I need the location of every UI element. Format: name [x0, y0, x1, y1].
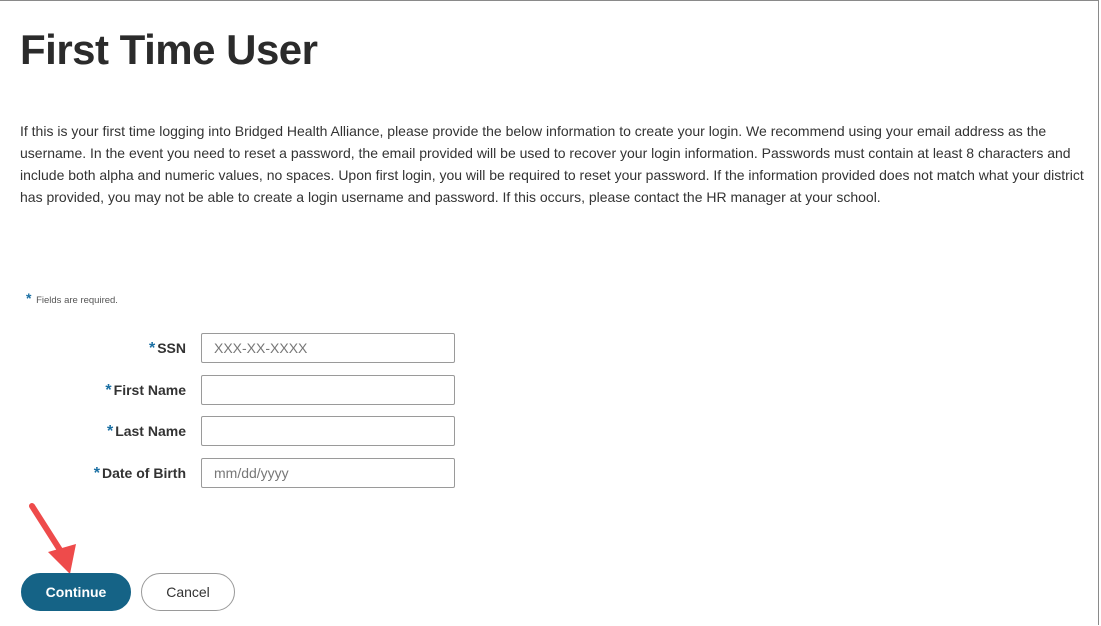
- cancel-button[interactable]: Cancel: [141, 573, 235, 611]
- ssn-row: * SSN: [0, 333, 201, 365]
- first-name-label-text: First Name: [113, 382, 186, 398]
- page-title: First Time User: [20, 26, 318, 73]
- required-fields-note: * Fields are required.: [26, 290, 118, 306]
- dob-row: * Date of Birth: [0, 458, 201, 490]
- intro-text: If this is your first time logging into …: [20, 123, 1084, 205]
- required-star: *: [105, 382, 112, 399]
- last-name-input[interactable]: [201, 416, 455, 446]
- page-frame: [0, 0, 1099, 625]
- annotation-arrow-icon: [29, 503, 76, 574]
- first-name-row: * First Name: [0, 375, 201, 407]
- last-name-row: * Last Name: [0, 416, 201, 448]
- last-name-label-text: Last Name: [115, 423, 186, 439]
- required-star: *: [106, 423, 114, 440]
- last-name-label: * Last Name: [0, 421, 186, 442]
- required-star: *: [93, 465, 100, 482]
- first-name-label: * First Name: [0, 380, 186, 401]
- required-star: *: [148, 340, 156, 357]
- first-name-input[interactable]: [201, 375, 455, 405]
- date-of-birth-input[interactable]: [201, 458, 455, 488]
- ssn-input[interactable]: [201, 333, 455, 363]
- required-note-text: Fields are required.: [36, 295, 118, 306]
- ssn-label: * SSN: [0, 338, 186, 359]
- required-star: *: [26, 290, 32, 306]
- ssn-label-text: SSN: [157, 340, 186, 356]
- dob-label: * Date of Birth: [0, 463, 186, 484]
- continue-button[interactable]: Continue: [21, 573, 131, 611]
- dob-label-text: Date of Birth: [102, 465, 186, 481]
